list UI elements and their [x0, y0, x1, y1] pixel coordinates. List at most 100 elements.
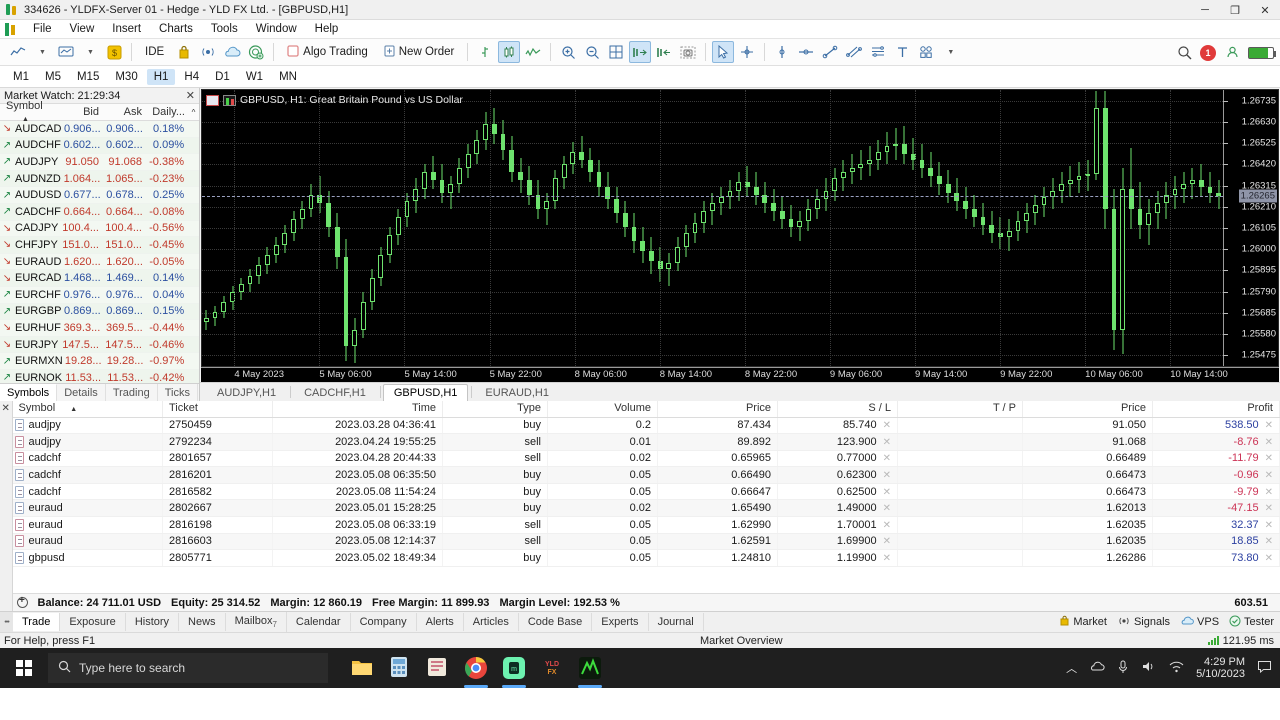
- table-row[interactable]: audjpy 2750459 2023.03.28 04:36:41 buy 0.2 87…: [12, 417, 1280, 435]
- objects-icon[interactable]: [915, 41, 937, 63]
- chart-template-icon[interactable]: [55, 41, 77, 63]
- notification-bell-icon[interactable]: 1: [1200, 44, 1216, 61]
- market-watch-row[interactable]: ↘ EURAUD 1.620... 1.620... -0.05%: [0, 253, 199, 271]
- chart-tab-euraud[interactable]: EURAUD,H1: [474, 384, 560, 401]
- equidistant-channel-icon[interactable]: [843, 41, 865, 63]
- market-watch-row[interactable]: ↗ AUDNZD 1.064... 1.065... -0.23%: [0, 170, 199, 188]
- crosshair-icon[interactable]: [736, 41, 758, 63]
- tab-code-base[interactable]: Code Base: [519, 613, 593, 631]
- tester-link[interactable]: Tester: [1229, 615, 1274, 630]
- tab-trade[interactable]: Trade: [13, 613, 61, 631]
- chart-tab-cadchf[interactable]: CADCHF,H1: [293, 384, 377, 401]
- terminal-toolbox-handle[interactable]: •••: [0, 612, 13, 632]
- vertical-line-icon[interactable]: [771, 41, 793, 63]
- grid-icon[interactable]: [605, 41, 627, 63]
- yldfx-icon[interactable]: YLD FX: [540, 656, 564, 680]
- signals-link[interactable]: Signals: [1117, 616, 1170, 629]
- timeframe-m15[interactable]: M15: [70, 69, 106, 85]
- table-row[interactable]: euraud 2816603 2023.05.08 12:14:37 sell 0.05…: [12, 533, 1280, 551]
- close-position-icon[interactable]: ✕: [1265, 536, 1273, 547]
- table-row[interactable]: cadchf 2816582 2023.05.08 11:54:24 buy 0.05 0…: [12, 483, 1280, 501]
- new-order-button[interactable]: New Order: [377, 41, 462, 63]
- menu-item-help[interactable]: Help: [306, 21, 348, 37]
- zoom-out-icon[interactable]: [581, 41, 603, 63]
- column-header-symbol[interactable]: Symbol ▲: [12, 401, 163, 418]
- close-icon[interactable]: ✕: [883, 503, 891, 514]
- market-link[interactable]: Market: [1059, 615, 1107, 629]
- vps-link[interactable]: VPS: [1180, 616, 1219, 629]
- column-header-sl[interactable]: S / L: [777, 401, 898, 418]
- tab-experts[interactable]: Experts: [592, 613, 649, 631]
- close-icon[interactable]: ✕: [883, 470, 891, 481]
- timeframe-h4[interactable]: H4: [177, 69, 206, 85]
- tab-history[interactable]: History: [126, 613, 180, 631]
- shift-right-icon[interactable]: [629, 41, 652, 63]
- calculator-icon[interactable]: [388, 656, 412, 680]
- screenshot-icon[interactable]: [677, 41, 699, 63]
- tab-company[interactable]: Company: [351, 613, 417, 631]
- column-header-tp[interactable]: T / P: [897, 401, 1023, 418]
- column-header-profit[interactable]: Profit: [1152, 401, 1280, 418]
- objects-caret[interactable]: ▼: [939, 41, 961, 63]
- market-watch-row[interactable]: ↗ CADCHF 0.664... 0.664... -0.08%: [0, 203, 199, 221]
- table-row[interactable]: cadchf 2801657 2023.04.28 20:44:33 sell 0.02…: [12, 450, 1280, 468]
- text-icon[interactable]: [891, 41, 913, 63]
- close-position-icon[interactable]: ✕: [1265, 520, 1273, 531]
- market-watch-row[interactable]: ↘ EURCAD 1.468... 1.469... 0.14%: [0, 270, 199, 287]
- market-watch-row[interactable]: ↗ EURGBP 0.869... 0.869... 0.15%: [0, 303, 199, 321]
- expand-icon[interactable]: [16, 595, 28, 608]
- taskbar-search[interactable]: Type here to search: [48, 653, 328, 683]
- timeframe-m5[interactable]: M5: [38, 69, 68, 85]
- shift-left-icon[interactable]: [653, 41, 675, 63]
- close-position-icon[interactable]: ✕: [1265, 487, 1273, 498]
- close-icon[interactable]: ✕: [883, 553, 891, 564]
- maximize-button[interactable]: ❐: [1220, 0, 1250, 20]
- cursor-icon[interactable]: [712, 41, 735, 63]
- market-watch-row[interactable]: ↘ CADJPY 100.4... 100.4... -0.56%: [0, 220, 199, 238]
- template-dropdown-caret[interactable]: ▼: [79, 41, 101, 63]
- market-watch-row[interactable]: ↗ AUDCHF 0.602... 0.602... 0.09%: [0, 137, 199, 155]
- tab-mailbox[interactable]: Mailbox7: [226, 611, 287, 633]
- close-icon[interactable]: ✕: [186, 89, 195, 102]
- scroll-up-icon[interactable]: ^: [188, 108, 199, 117]
- column-header-type[interactable]: Type: [442, 401, 548, 418]
- file-explorer-icon[interactable]: [350, 656, 374, 680]
- menu-item-insert[interactable]: Insert: [103, 21, 150, 37]
- fibonacci-icon[interactable]: [867, 41, 889, 63]
- table-row[interactable]: audjpy 2792234 2023.04.24 19:55:25 sell 0.01…: [12, 433, 1280, 451]
- mw-tab-trading[interactable]: Trading: [106, 384, 158, 401]
- chart-dropdown-caret[interactable]: ▼: [31, 41, 53, 63]
- tab-exposure[interactable]: Exposure: [60, 613, 126, 631]
- close-icon[interactable]: ✕: [883, 420, 891, 431]
- close-icon[interactable]: ✕: [2, 403, 10, 414]
- ide-button[interactable]: IDE: [138, 41, 171, 63]
- close-position-icon[interactable]: ✕: [1265, 503, 1273, 514]
- tester-icon[interactable]: [245, 41, 267, 63]
- tab-news[interactable]: News: [179, 613, 226, 631]
- table-row[interactable]: cadchf 2816201 2023.05.08 06:35:50 buy 0.05 0…: [12, 466, 1280, 484]
- bar-chart-icon[interactable]: [474, 41, 496, 63]
- column-header-ticket[interactable]: Ticket: [162, 401, 273, 418]
- tray-volume-icon[interactable]: [1141, 660, 1157, 676]
- close-position-icon[interactable]: ✕: [1265, 437, 1273, 448]
- menu-item-view[interactable]: View: [61, 21, 104, 37]
- close-button[interactable]: ✕: [1250, 0, 1280, 20]
- trendline-icon[interactable]: [819, 41, 841, 63]
- app-green-icon[interactable]: m: [502, 656, 526, 688]
- line-chart-icon[interactable]: [522, 41, 544, 63]
- chrome-icon[interactable]: [464, 656, 488, 688]
- menu-item-charts[interactable]: Charts: [150, 21, 202, 37]
- market-watch-row[interactable]: ↗ AUDJPY 91.050 91.068 -0.38%: [0, 154, 199, 171]
- close-icon[interactable]: ✕: [883, 520, 891, 531]
- search-icon[interactable]: [1173, 42, 1195, 64]
- market-watch-row[interactable]: ↘ AUDCAD 0.906... 0.906... 0.18%: [0, 121, 199, 138]
- column-header-volume[interactable]: Volume: [547, 401, 658, 418]
- close-position-icon[interactable]: ✕: [1265, 420, 1273, 431]
- tab-alerts[interactable]: Alerts: [417, 613, 464, 631]
- tab-calendar[interactable]: Calendar: [287, 613, 351, 631]
- tab-journal[interactable]: Journal: [649, 613, 704, 631]
- close-icon[interactable]: ✕: [883, 487, 891, 498]
- column-header-ask[interactable]: Ask: [102, 106, 145, 118]
- mw-tab-ticks[interactable]: Ticks: [158, 384, 198, 401]
- menu-item-window[interactable]: Window: [247, 21, 306, 37]
